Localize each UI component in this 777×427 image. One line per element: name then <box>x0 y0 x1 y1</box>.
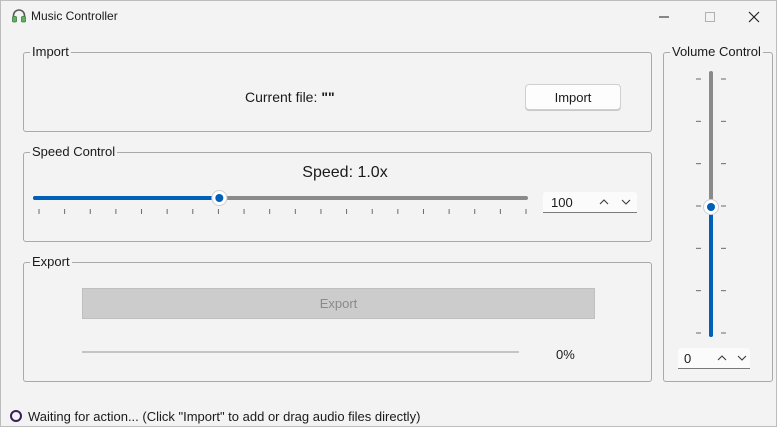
import-group-label: Import <box>32 44 69 59</box>
headphones-icon <box>12 9 26 23</box>
export-progress-text: 0% <box>556 347 575 362</box>
status-idle-icon <box>10 410 22 422</box>
minimize-icon <box>659 16 669 17</box>
volume-slider[interactable] <box>691 69 731 341</box>
speed-spinbox[interactable]: 100 <box>543 192 637 213</box>
export-button[interactable]: Export <box>82 288 595 319</box>
speed-slider-thumb[interactable] <box>211 190 228 206</box>
chevron-down-icon[interactable] <box>734 350 750 366</box>
close-icon <box>748 11 760 22</box>
volume-slider-thumb[interactable] <box>703 199 719 215</box>
minimize-button[interactable] <box>641 1 687 32</box>
volume-spinbox-value[interactable]: 0 <box>684 351 691 366</box>
speed-slider-fill <box>33 196 220 200</box>
current-file-label: Current file: <box>245 89 318 105</box>
export-progress-bar <box>82 351 519 353</box>
volume-spinbox[interactable]: 0 <box>678 348 750 369</box>
title-bar[interactable]: Music Controller <box>1 1 776 32</box>
window-title: Music Controller <box>31 9 118 23</box>
speed-slider[interactable] <box>31 188 531 218</box>
status-text: Waiting for action... (Click "Import" to… <box>28 409 421 424</box>
speed-value-label: Speed: 1.0x <box>302 164 388 181</box>
maximize-icon <box>705 11 715 22</box>
chevron-up-icon[interactable] <box>714 350 730 366</box>
speed-slider-ticks <box>38 209 527 214</box>
chevron-up-icon[interactable] <box>596 194 612 210</box>
current-file-row: Current file: "" <box>245 89 335 105</box>
chevron-down-icon[interactable] <box>618 194 634 210</box>
speed-spinbox-value[interactable]: 100 <box>551 195 573 210</box>
import-button[interactable]: Import <box>525 84 621 110</box>
maximize-button[interactable] <box>687 1 733 32</box>
speed-group-label: Speed Control <box>32 144 116 159</box>
volume-slider-fill <box>709 207 713 337</box>
main-window: Music Controller Import Current file: "" … <box>0 0 777 427</box>
close-button[interactable] <box>731 1 777 32</box>
current-file-value: "" <box>321 89 335 105</box>
export-group-label: Export <box>32 254 70 269</box>
volume-group-label: Volume Control <box>672 44 761 59</box>
